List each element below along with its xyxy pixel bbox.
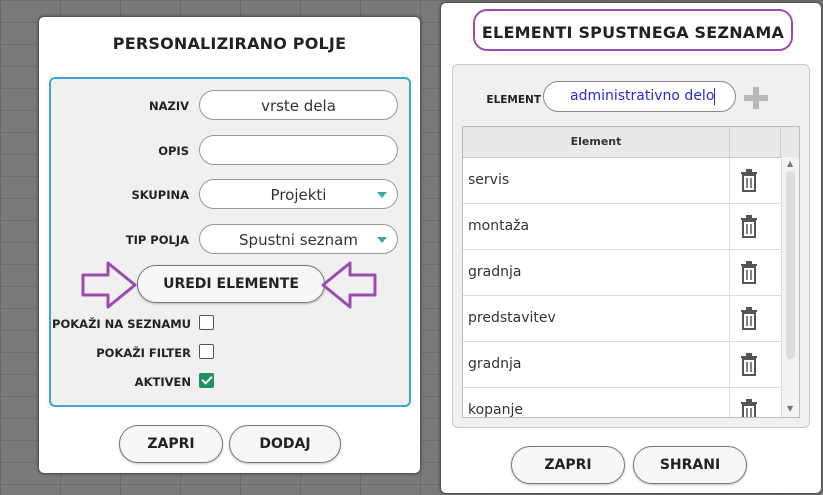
save-button[interactable]: SHRANI [633, 446, 747, 484]
checkbox-label-show-filter: POKAŽI FILTER [96, 346, 191, 360]
chevron-down-icon [377, 237, 387, 243]
trash-icon[interactable] [739, 353, 761, 377]
trash-icon[interactable] [739, 399, 761, 418]
row-text: predstavitev [468, 310, 556, 326]
annotation-arrow-right-icon [81, 261, 137, 309]
tip-polja-select[interactable]: Spustni seznam [199, 224, 398, 254]
text-cursor [714, 87, 716, 105]
row-text: montaža [468, 218, 530, 234]
table-row[interactable]: kopanje [463, 388, 781, 418]
annotation-arrow-left-icon [321, 261, 377, 309]
tip-polja-label: TIP POLJA [125, 233, 189, 247]
element-input-value: administrativno delo [570, 88, 715, 104]
show-filter-checkbox[interactable] [199, 344, 214, 359]
trash-icon[interactable] [739, 261, 761, 285]
add-button[interactable]: DODAJ [229, 425, 341, 463]
table-row[interactable]: predstavitev [463, 296, 781, 342]
table-header: Element [463, 127, 799, 158]
table-row[interactable]: gradnja [463, 342, 781, 388]
table-scrollbar[interactable]: ▲ ▼ [781, 157, 799, 417]
dialog-title: PERSONALIZIRANO POLJE [112, 34, 347, 53]
plus-icon[interactable] [741, 85, 771, 111]
elements-table: Element servis montaža gradnja predstavi… [462, 126, 800, 418]
scroll-up-icon[interactable]: ▲ [787, 159, 793, 168]
show-in-list-checkbox[interactable] [199, 315, 214, 330]
trash-icon[interactable] [739, 215, 761, 239]
checkbox-label-active: AKTIVEN [134, 375, 191, 389]
skupina-select[interactable]: Projekti [199, 179, 398, 209]
row-text: servis [468, 172, 510, 188]
scroll-down-icon[interactable]: ▼ [787, 404, 793, 413]
naziv-input[interactable]: vrste dela [199, 90, 398, 120]
skupina-label: SKUPINA [131, 188, 189, 202]
elements-panel: ELEMENT administrativno delo Element ser… [452, 64, 810, 428]
skupina-value: Projekti [270, 186, 327, 204]
tip-polja-value: Spustni seznam [239, 231, 358, 249]
form-panel: NAZIV vrste dela OPIS SKUPINA Projekti T… [49, 77, 411, 407]
trash-icon[interactable] [739, 169, 761, 193]
row-text: kopanje [468, 402, 524, 418]
close-button[interactable]: ZAPRI [119, 425, 223, 463]
opis-input[interactable] [199, 135, 398, 165]
table-row[interactable]: servis [463, 158, 781, 204]
row-text: gradnja [468, 356, 522, 372]
chevron-down-icon [377, 192, 387, 198]
trash-icon[interactable] [739, 307, 761, 331]
naziv-label: NAZIV [148, 99, 189, 113]
table-row[interactable]: montaža [463, 204, 781, 250]
scrollbar-thumb[interactable] [786, 171, 795, 359]
table-row[interactable]: gradnja [463, 250, 781, 296]
custom-field-dialog: PERSONALIZIRANO POLJE NAZIV vrste dela O… [38, 16, 421, 474]
edit-elements-button[interactable]: UREDI ELEMENTE [137, 265, 325, 303]
element-input[interactable]: administrativno delo [543, 81, 736, 112]
checkbox-label-show-in-list: POKAŽI NA SEZNAMU [52, 317, 191, 331]
active-checkbox[interactable] [199, 373, 214, 388]
dialog-title: ELEMENTI SPUSTNEGA SEZNAMA [481, 23, 785, 42]
column-header-element: Element [463, 127, 730, 157]
element-label: ELEMENT [486, 94, 541, 106]
close-button[interactable]: ZAPRI [511, 446, 625, 484]
dropdown-elements-dialog: ELEMENTI SPUSTNEGA SEZNAMA ELEMENT admin… [440, 2, 822, 494]
column-header-actions [730, 127, 781, 157]
row-text: gradnja [468, 264, 522, 280]
opis-label: OPIS [158, 144, 189, 158]
